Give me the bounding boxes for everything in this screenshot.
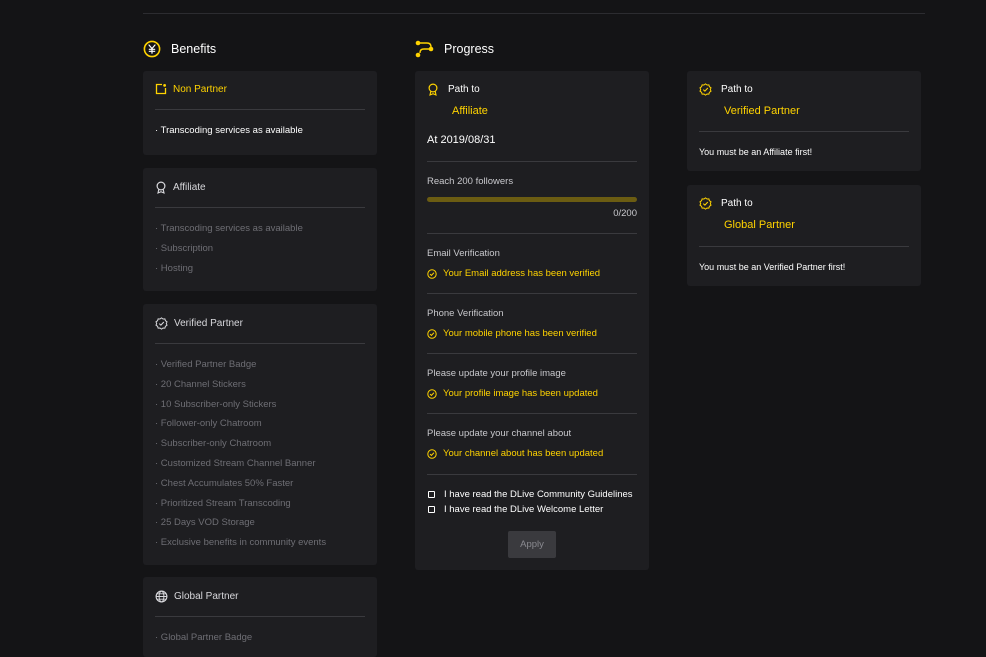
verified-badge-icon	[699, 197, 712, 210]
path-target-verified: Verified Partner	[724, 105, 800, 117]
checkbox-icon[interactable]	[428, 506, 435, 513]
verified-partner-label: Verified Partner	[174, 318, 243, 329]
channel-about-label: Please update your channel about	[427, 428, 572, 439]
benefits-header: Benefits	[143, 40, 216, 58]
verified-path-note: You must be an Affiliate first!	[699, 147, 813, 157]
affiliate-card: Affiliate · Transcoding services as avai…	[143, 168, 377, 291]
list-item: · 25 Days VOD Storage	[155, 517, 255, 529]
top-divider	[143, 13, 925, 14]
affiliate-benefits-list: · Transcoding services as available · Su…	[155, 219, 303, 278]
email-verification-label: Email Verification	[427, 248, 500, 259]
apply-button[interactable]: Apply	[508, 531, 556, 558]
path-target-global: Global Partner	[724, 219, 795, 231]
check-circle-icon	[427, 448, 437, 459]
list-item: · Verified Partner Badge	[155, 359, 257, 370]
global-benefits-list: · Global Partner Badge	[155, 628, 252, 648]
list-item: · Customized Stream Channel Banner	[155, 457, 316, 469]
list-item: · Prioritized Stream Transcoding	[155, 497, 291, 509]
verified-partner-card: Verified Partner · Verified Partner Badg…	[143, 304, 377, 565]
path-date: At 2019/08/31	[427, 134, 496, 146]
check-circle-icon	[427, 328, 437, 339]
check-circle-icon	[427, 268, 437, 279]
channel-about-status: Your channel about has been updated	[427, 448, 603, 459]
followers-count: 0/200	[613, 208, 637, 219]
affiliate-label: Affiliate	[173, 182, 206, 193]
list-item: · Subscription	[155, 242, 214, 254]
list-item: · 10 Subscriber-only Stickers	[155, 398, 277, 410]
profile-image-status: Your profile image has been updated	[427, 388, 598, 399]
progress-route-icon	[415, 40, 434, 58]
non-partner-benefit: · Transcoding services as available	[155, 125, 303, 136]
progress-header: Progress	[415, 40, 494, 58]
globe-icon	[155, 590, 168, 603]
non-partner-card: Non Partner · Transcoding services as av…	[143, 71, 377, 155]
list-item: · 20 Channel Stickers	[155, 378, 246, 390]
list-item: · Global Partner Badge	[155, 632, 253, 643]
medal-icon	[155, 181, 167, 194]
path-to-label: Path to	[721, 84, 753, 95]
medal-icon	[427, 83, 439, 96]
verified-badge-icon	[155, 317, 168, 330]
list-item: · Transcoding services as available	[155, 223, 303, 234]
followers-progress-bar	[427, 197, 637, 202]
guidelines-checkbox[interactable]: I have read the DLive Community Guidelin…	[428, 487, 633, 502]
badge-new-icon	[155, 83, 167, 95]
verified-badge-icon	[699, 83, 712, 96]
list-item: · Subscriber-only Chatroom	[155, 438, 272, 450]
check-circle-icon	[427, 388, 437, 399]
path-to-label: Path to	[448, 84, 480, 95]
path-to-label: Path to	[721, 198, 753, 209]
global-path-note: You must be an Verified Partner first!	[699, 262, 846, 272]
affiliate-path-card: Path to Affiliate At 2019/08/31 Reach 20…	[415, 71, 649, 570]
phone-verification-label: Phone Verification	[427, 308, 504, 319]
non-partner-label: Non Partner	[173, 83, 227, 95]
phone-status: Your mobile phone has been verified	[427, 328, 597, 339]
progress-title: Progress	[444, 42, 495, 56]
benefits-title: Benefits	[171, 42, 217, 56]
profile-image-label: Please update your profile image	[427, 368, 566, 379]
path-target-affiliate: Affiliate	[452, 105, 488, 117]
global-partner-label: Global Partner	[174, 591, 239, 602]
yuan-coin-icon	[143, 40, 161, 58]
list-item: · Hosting	[155, 262, 194, 274]
email-status: Your Email address has been verified	[427, 268, 600, 279]
checkbox-icon[interactable]	[428, 491, 435, 498]
followers-requirement: Reach 200 followers	[427, 176, 514, 187]
list-item: · Follower-only Chatroom	[155, 418, 262, 430]
global-partner-card: Global Partner · Global Partner Badge	[143, 577, 377, 657]
list-item: · Exclusive benefits in community events	[155, 537, 327, 549]
list-item: · Chest Accumulates 50% Faster	[155, 477, 294, 489]
global-path-card: Path to Global Partner You must be an Ve…	[687, 185, 921, 286]
welcome-letter-checkbox[interactable]: I have read the DLive Welcome Letter	[428, 502, 633, 517]
verified-path-card: Path to Verified Partner You must be an …	[687, 71, 921, 171]
verified-benefits-list: · Verified Partner Badge · 20 Channel St…	[155, 355, 326, 553]
